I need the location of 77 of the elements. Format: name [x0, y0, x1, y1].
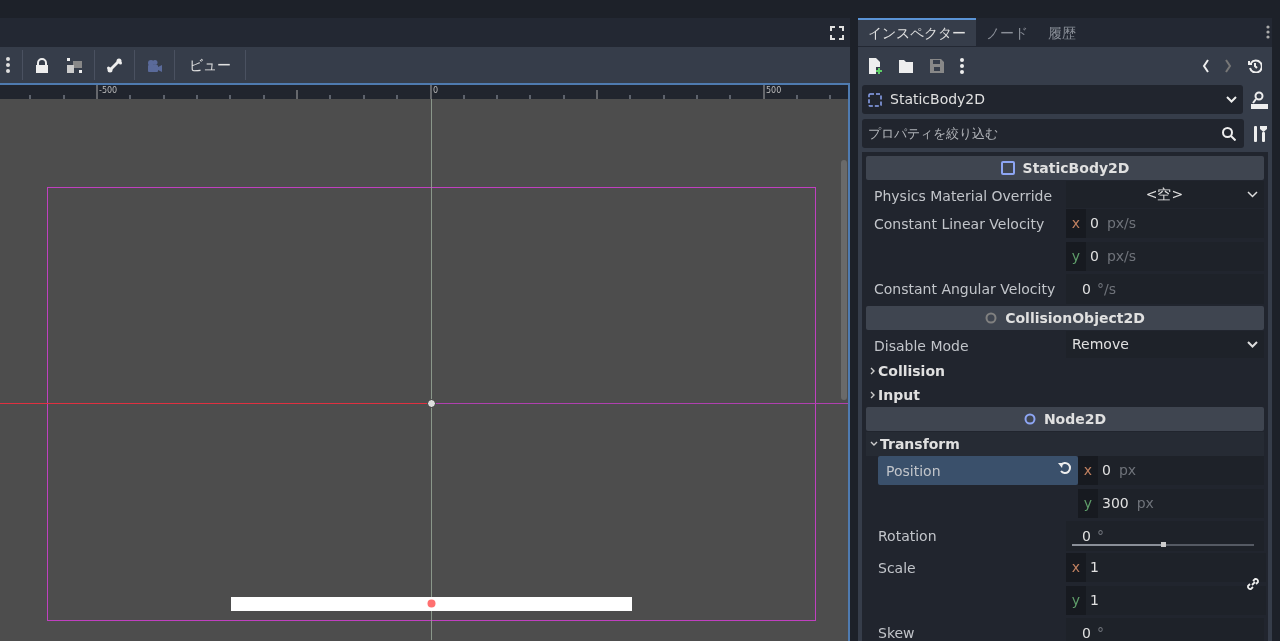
node-name: StaticBody2D [890, 90, 986, 109]
value-text: 0 [1090, 214, 1099, 233]
reset-icon[interactable] [1058, 461, 1072, 475]
axis-label: y [1066, 242, 1086, 271]
lock-icon[interactable] [35, 57, 49, 73]
forward-icon[interactable] [1224, 59, 1232, 73]
unit-text: px/s [1106, 247, 1137, 266]
inspector-tab[interactable]: ノード [976, 18, 1038, 46]
save-icon[interactable] [930, 59, 944, 73]
folder-icon[interactable] [899, 59, 914, 73]
property-label: Constant Linear Velocity [874, 215, 1046, 234]
number-field[interactable]: 0 ° [1066, 521, 1264, 551]
unit-text: ° [1096, 527, 1104, 546]
property-label: Disable Mode [874, 337, 970, 356]
new-file-icon[interactable] [868, 58, 883, 74]
unit-text: px [1136, 494, 1154, 513]
axis-label: y [1078, 489, 1098, 518]
more-icon[interactable] [6, 57, 10, 73]
section-header: CollisionObject2D [866, 306, 1264, 330]
chevron-down-icon [1226, 96, 1237, 103]
property-label: Skew [878, 624, 916, 641]
property-filter-field[interactable]: プロパティを絞り込む [862, 119, 1244, 148]
slider-handle[interactable] [1161, 542, 1166, 547]
view-menu[interactable]: ビュー [187, 54, 233, 76]
link-icon[interactable] [1246, 577, 1260, 591]
value-text: 0 [1082, 624, 1091, 641]
ruler-label: -500 [99, 85, 118, 97]
number-field[interactable]: 0 ° [1066, 618, 1264, 641]
static-body-icon [868, 92, 882, 107]
resource-picker[interactable]: <空> [1066, 181, 1264, 208]
value-text: 1 [1090, 558, 1099, 577]
property-label: Scale [878, 559, 917, 578]
value-text: 300 [1102, 494, 1129, 513]
section-header: StaticBody2D [866, 156, 1264, 180]
more-icon[interactable] [1266, 25, 1270, 39]
axis-label: y [1066, 586, 1086, 615]
unit-text: ° [1096, 624, 1104, 641]
group-header[interactable]: Input [866, 383, 1264, 407]
back-icon[interactable] [1202, 59, 1210, 73]
value-text: 1 [1090, 591, 1099, 610]
more-icon[interactable] [960, 58, 964, 74]
history-icon[interactable] [1248, 59, 1262, 73]
group-icon[interactable] [67, 57, 82, 73]
dropdown[interactable]: Remove [1066, 331, 1264, 358]
axis-label: x [1078, 456, 1098, 485]
property-label: Physics Material Override [874, 187, 1054, 206]
ruler-label: 500 [766, 85, 782, 97]
value-text: 0 [1102, 461, 1111, 480]
chevron-down-icon [1247, 341, 1258, 348]
tools-icon[interactable] [1252, 125, 1268, 142]
chevron-right-icon [870, 391, 876, 399]
property-label: Rotation [878, 527, 938, 546]
number-field[interactable]: 0 °/s [1066, 274, 1264, 304]
value-text: 0 [1082, 280, 1091, 299]
value-text: 0 [1090, 247, 1099, 266]
chevron-right-icon [870, 367, 876, 375]
chevron-down-icon [870, 441, 878, 447]
unit-text: °/s [1096, 280, 1116, 299]
inspector-tab[interactable]: 履歴 [1038, 18, 1086, 46]
fullscreen-icon[interactable] [830, 25, 844, 40]
help-icon[interactable] [1251, 90, 1268, 109]
search-icon [1222, 127, 1236, 141]
property-label: Constant Angular Velocity [874, 280, 1057, 299]
node-selector[interactable]: StaticBody2D [862, 85, 1243, 114]
value-text: 0 [1082, 527, 1091, 546]
axis-label: x [1066, 209, 1086, 238]
unit-text: px [1118, 461, 1137, 480]
group-header[interactable]: Collision [866, 359, 1264, 383]
unit-text: px/s [1106, 214, 1137, 233]
axis-label: x [1066, 553, 1086, 582]
inspector-tab[interactable]: インスペクター [858, 18, 976, 46]
section-header: Node2D [866, 407, 1264, 431]
group-header[interactable]: Transform [866, 432, 1264, 456]
ruler-label: 0 [433, 85, 439, 97]
chevron-down-icon [1247, 191, 1258, 198]
property-label: Position [886, 462, 942, 481]
bone-icon[interactable] [107, 57, 122, 73]
